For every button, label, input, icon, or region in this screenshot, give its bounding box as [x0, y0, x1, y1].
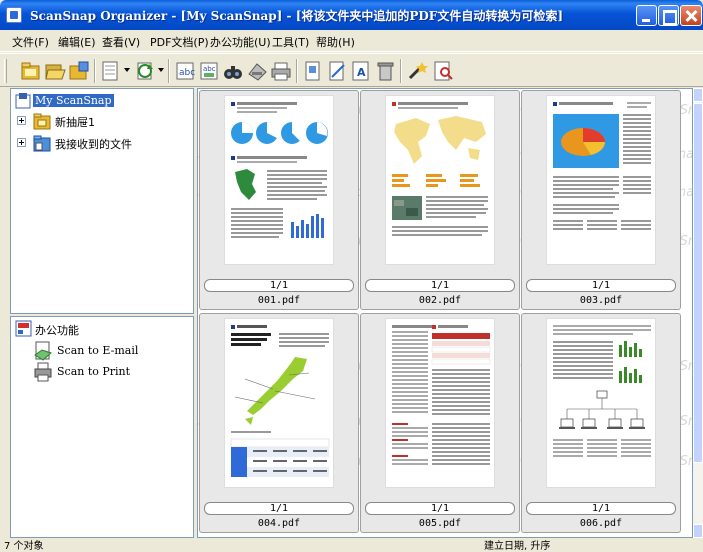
tree-item-drawer[interactable]: 新抽屉1 — [11, 111, 191, 131]
menu-file[interactable]: 文件(F) — [12, 34, 49, 50]
pdf-thumbnail-card[interactable]: 1/1 005.pdf — [360, 313, 520, 533]
pdf-page-preview — [385, 95, 495, 265]
status-bar: 7 个对象 建立日期, 升序 — [0, 538, 703, 552]
file-name: 006.pdf — [579, 518, 623, 529]
page-indicator: 1/1 — [526, 279, 676, 292]
pdf-thumbnail-card[interactable]: 1/1 002.pdf — [360, 90, 520, 310]
svg-text:abc: abc — [179, 68, 195, 78]
menu-pdf-document[interactable]: PDF文档(P) — [150, 34, 209, 50]
toolbar-grip[interactable] — [4, 59, 7, 83]
ocr-icon[interactable]: A — [350, 60, 372, 82]
office-icon — [15, 320, 33, 338]
office-functions-panel: 办公功能 Scan to E-mail Scan to Print — [10, 316, 194, 538]
file-name: 005.pdf — [418, 518, 462, 529]
thumbnail-view[interactable]: ScanSnap ScanSnap ScanSnap ScanSnap Scan… — [197, 88, 693, 538]
maximize-button[interactable] — [658, 5, 679, 26]
pdf-thumbnail-card[interactable]: 1/1 001.pdf — [199, 90, 359, 310]
file-name: 003.pdf — [579, 295, 623, 306]
scroll-up-button[interactable] — [693, 88, 703, 102]
app-window: ScanSnap Organizer - [My ScanSnap] - [将该… — [0, 0, 703, 552]
email-icon — [33, 341, 52, 361]
tree-item-received[interactable]: 我接收到的文件 — [11, 133, 191, 153]
expand-toggle[interactable] — [17, 116, 26, 125]
print-icon[interactable] — [270, 60, 292, 82]
menu-edit[interactable]: 编辑(E) — [58, 34, 96, 50]
page-indicator: 1/1 — [365, 502, 515, 515]
office-header-label: 办公功能 — [35, 324, 79, 337]
folder-open-icon[interactable] — [44, 60, 66, 82]
sort-order: 建立日期, 升序 — [484, 541, 551, 552]
tree-root-item[interactable]: My ScanSnap — [11, 91, 191, 111]
toolbar: abc abc A — [0, 53, 703, 87]
expand-toggle[interactable] — [17, 138, 26, 147]
menu-office[interactable]: 办公功能(U) — [210, 34, 271, 50]
page-indicator: 1/1 — [204, 279, 354, 292]
scan-to-print-item[interactable]: Scan to Print — [11, 362, 191, 382]
cabinet-folder-icon — [33, 112, 51, 130]
object-count: 7 个对象 — [4, 541, 44, 552]
toolbar-separator — [296, 59, 298, 83]
pdf-page-preview — [546, 95, 656, 265]
scroll-down-button[interactable] — [693, 524, 703, 538]
scan-to-print-label: Scan to Print — [57, 365, 131, 378]
tree-root-label: My ScanSnap — [33, 94, 114, 107]
minimize-button[interactable] — [636, 5, 657, 26]
svg-text:A: A — [357, 66, 366, 79]
scrollbar-thumb[interactable] — [693, 103, 703, 463]
pdf-thumbnail-card[interactable]: 1/1 006.pdf — [521, 313, 681, 533]
scansnap-folder-icon — [15, 92, 33, 110]
view-icon[interactable] — [100, 60, 122, 82]
pdf-page-preview — [385, 318, 495, 488]
wand-icon[interactable] — [406, 60, 428, 82]
pdf-page-preview — [224, 318, 334, 488]
rotate-dropdown-arrow[interactable] — [158, 68, 164, 72]
pdf-page-preview — [546, 318, 656, 488]
close-button[interactable] — [680, 5, 702, 26]
folder-icon[interactable] — [20, 60, 42, 82]
text-icon[interactable]: abc — [174, 60, 196, 82]
office-header[interactable]: 办公功能 — [11, 319, 191, 339]
view-dropdown-arrow[interactable] — [124, 68, 130, 72]
pdf-thumbnail-card[interactable]: 1/1 003.pdf — [521, 90, 681, 310]
tree-item-label: 新抽屉1 — [55, 116, 95, 129]
page-indicator: 1/1 — [365, 279, 515, 292]
app-icon[interactable] — [6, 7, 22, 23]
page-icon[interactable] — [302, 60, 324, 82]
scan-icon[interactable] — [246, 60, 268, 82]
menu-bar: 文件(F) 编辑(E) 查看(V) PDF文档(P) 办公功能(U) 工具(T)… — [0, 30, 703, 52]
tree-item-label: 我接收到的文件 — [55, 138, 132, 151]
file-name: 002.pdf — [418, 295, 462, 306]
page-indicator: 1/1 — [526, 502, 676, 515]
pdf-page-preview — [224, 95, 334, 265]
pdf-thumbnail-card[interactable]: 1/1 004.pdf — [199, 313, 359, 533]
file-name: 004.pdf — [257, 518, 301, 529]
received-folder-icon — [33, 134, 51, 152]
window-title: ScanSnap Organizer - [My ScanSnap] - [将该… — [30, 9, 563, 23]
folder-add-icon[interactable] — [68, 60, 90, 82]
menu-tools[interactable]: 工具(T) — [272, 34, 309, 50]
menu-view[interactable]: 查看(V) — [102, 34, 140, 50]
binoculars-icon[interactable] — [222, 60, 244, 82]
vertical-scrollbar[interactable] — [693, 88, 703, 538]
file-name: 001.pdf — [257, 295, 301, 306]
title-bar[interactable]: ScanSnap Organizer - [My ScanSnap] - [将该… — [0, 0, 703, 30]
trash-icon[interactable] — [374, 60, 396, 82]
page-indicator: 1/1 — [204, 502, 354, 515]
svg-text:abc: abc — [203, 65, 216, 73]
search-page-icon[interactable] — [432, 60, 454, 82]
toolbar-separator — [400, 59, 402, 83]
edit-page-icon[interactable] — [326, 60, 348, 82]
printer-icon — [33, 362, 52, 382]
scan-to-email-item[interactable]: Scan to E-mail — [11, 341, 191, 361]
text-image-icon[interactable]: abc — [198, 60, 220, 82]
rotate-icon[interactable] — [134, 60, 156, 82]
menu-help[interactable]: 帮助(H) — [316, 34, 355, 50]
toolbar-separator — [94, 59, 96, 83]
scan-to-email-label: Scan to E-mail — [57, 344, 139, 357]
toolbar-separator — [168, 59, 170, 83]
folder-tree-panel: My ScanSnap 新抽屉1 我接收到的文件 — [10, 88, 194, 314]
